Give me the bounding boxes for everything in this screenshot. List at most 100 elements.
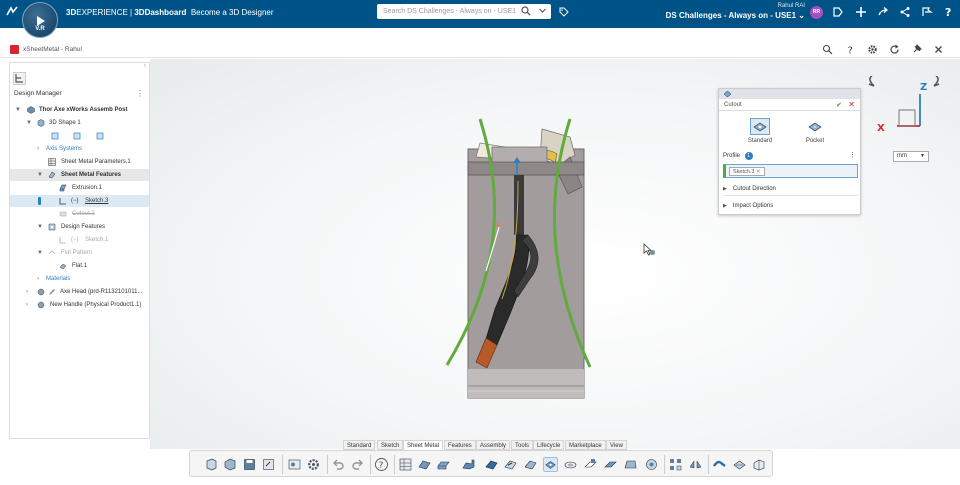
collapse-arrow-icon[interactable]: ▼ bbox=[37, 221, 43, 233]
collapse-arrow-icon[interactable]: ▼ bbox=[37, 247, 43, 259]
sheet-metal-parameters-icon[interactable] bbox=[398, 457, 413, 472]
remove-icon[interactable]: ✕ bbox=[756, 169, 761, 175]
new-icon[interactable] bbox=[204, 457, 219, 472]
tab-tools[interactable]: Tools bbox=[511, 440, 534, 450]
tree-item-flat-pattern[interactable]: ▼ Flat Pattern bbox=[10, 247, 149, 259]
refresh-icon[interactable] bbox=[889, 44, 900, 55]
profile-selection-field[interactable]: Sketch.3 ✕ bbox=[723, 164, 858, 178]
unfold-icon[interactable] bbox=[712, 457, 727, 472]
ok-check-icon[interactable]: ✔ bbox=[836, 101, 842, 109]
open-icon[interactable] bbox=[223, 457, 238, 472]
help-icon[interactable]: ? bbox=[845, 44, 856, 56]
yz-plane-icon[interactable] bbox=[73, 132, 81, 140]
tab-lifecycle[interactable]: Lifecycle bbox=[533, 440, 565, 450]
bend-icon[interactable] bbox=[417, 457, 432, 472]
tenant-selector[interactable]: DS Challenges - Always on - USE1 ⌄ bbox=[610, 11, 805, 20]
expand-arrow-icon[interactable]: › bbox=[26, 299, 28, 311]
tab-sketch[interactable]: Sketch bbox=[377, 440, 404, 450]
community-icon[interactable] bbox=[921, 6, 933, 18]
collapse-icon[interactable]: ‹ bbox=[144, 63, 146, 69]
tag-icon[interactable] bbox=[559, 7, 569, 17]
expand-arrow-icon[interactable]: › bbox=[37, 273, 39, 285]
hole-icon[interactable] bbox=[563, 457, 578, 472]
export-dxf-icon[interactable] bbox=[752, 457, 767, 472]
tree-item-sketch-3[interactable]: (−) Sketch.3 bbox=[10, 195, 149, 207]
profile-chip[interactable]: Sketch.3 ✕ bbox=[729, 167, 765, 176]
tab-standard[interactable]: Standard bbox=[343, 440, 376, 450]
tree-view-tab[interactable] bbox=[13, 72, 26, 85]
tree-item-design-features[interactable]: ▼ Design Features bbox=[10, 221, 149, 233]
tree-item-cutout-2[interactable]: Cutout.2 bbox=[10, 208, 149, 220]
expand-arrow-icon[interactable]: › bbox=[37, 143, 39, 155]
save-as-icon[interactable] bbox=[261, 457, 276, 472]
pattern-icon[interactable] bbox=[668, 457, 683, 472]
tear-drop-icon[interactable] bbox=[503, 457, 518, 472]
cutout-tool-icon[interactable] bbox=[543, 457, 558, 472]
tab-marketplace[interactable]: Marketplace bbox=[565, 440, 606, 450]
flanged-cutout-icon[interactable] bbox=[523, 457, 538, 472]
tree-item-flat-1[interactable]: Flat.1 bbox=[10, 260, 149, 272]
plus-icon[interactable] bbox=[855, 6, 867, 18]
collapse-arrow-icon[interactable]: ▼ bbox=[37, 169, 43, 181]
hem-icon[interactable] bbox=[484, 457, 499, 472]
panel-header[interactable] bbox=[719, 89, 860, 99]
share-arrow-icon[interactable] bbox=[877, 6, 889, 18]
unit-select[interactable]: mm ▼ bbox=[893, 151, 929, 162]
collapse-arrow-icon[interactable]: ▼ bbox=[26, 117, 32, 129]
properties-icon[interactable] bbox=[287, 457, 302, 472]
tab-assembly[interactable]: Assembly bbox=[476, 440, 511, 450]
mirror-icon[interactable] bbox=[688, 457, 703, 472]
help-icon[interactable]: ? bbox=[374, 457, 389, 472]
tree-item-materials[interactable]: › Materials bbox=[10, 273, 149, 285]
search-icon[interactable] bbox=[822, 44, 833, 55]
expand-arrow-icon[interactable]: › bbox=[26, 286, 28, 298]
save-icon[interactable] bbox=[242, 457, 257, 472]
more-options-icon[interactable]: ⋮ bbox=[849, 151, 856, 159]
tree-item-extrusion[interactable]: Extrusion.1 bbox=[10, 182, 149, 194]
tab-sheet-metal[interactable]: Sheet Metal bbox=[403, 440, 444, 450]
search-icon[interactable] bbox=[521, 6, 531, 16]
tree-item-axe-head[interactable]: › Axe Head (prd-R1132101011... bbox=[10, 286, 149, 298]
tree-item-new-handle[interactable]: › New Handle (Physical Product1.1) bbox=[10, 299, 149, 311]
gear-icon[interactable] bbox=[867, 44, 878, 55]
avatar[interactable]: RR bbox=[810, 6, 823, 19]
corner-icon[interactable] bbox=[603, 457, 618, 472]
pin-icon[interactable] bbox=[911, 44, 922, 55]
tree-item-sketch-1[interactable]: (−) Sketch.1 bbox=[10, 234, 149, 246]
tree-item-3d-shape[interactable]: ▼ 3D Shape 1 bbox=[10, 117, 149, 129]
network-share-icon[interactable] bbox=[899, 6, 911, 18]
zx-plane-icon[interactable] bbox=[96, 132, 104, 140]
tab-view[interactable]: View bbox=[606, 440, 627, 450]
tree-item-root[interactable]: ▼ Thor Axe xWorks Assemb Post bbox=[10, 104, 149, 116]
option-standard[interactable]: Standard bbox=[740, 118, 780, 144]
chamfer-icon[interactable] bbox=[623, 457, 638, 472]
option-pocket[interactable]: Pocket bbox=[795, 118, 835, 144]
cancel-close-icon[interactable]: ✕ bbox=[848, 100, 855, 109]
tab-features[interactable]: Features bbox=[444, 440, 476, 450]
axes-orientation-widget[interactable]: Z X bbox=[864, 76, 946, 136]
tree-item-sheet-metal-features[interactable]: ▼ Sheet Metal Features bbox=[10, 169, 149, 181]
chevron-down-icon[interactable] bbox=[538, 6, 547, 15]
extrusion-icon[interactable] bbox=[436, 457, 451, 472]
close-icon[interactable] bbox=[933, 44, 944, 55]
compass-widget[interactable]: V.R bbox=[22, 2, 58, 38]
collapse-arrow-icon[interactable]: ▼ bbox=[15, 104, 21, 116]
tag-outline-icon[interactable] bbox=[832, 6, 844, 18]
tree-item-axis-systems[interactable]: › Axis Systems bbox=[10, 143, 149, 155]
xy-plane-icon[interactable] bbox=[51, 132, 59, 140]
help-icon[interactable]: ? bbox=[943, 6, 955, 18]
flat-pattern-icon[interactable] bbox=[732, 457, 747, 472]
more-options-icon[interactable]: ⋮ bbox=[136, 89, 144, 98]
section-impact-options[interactable]: ▶ Impact Options bbox=[723, 199, 858, 213]
gear-icon[interactable] bbox=[306, 457, 321, 472]
search-input[interactable]: Search DS Challenges - Always on - USE1 bbox=[377, 4, 551, 19]
undo-icon[interactable] bbox=[331, 457, 346, 472]
section-cutout-direction[interactable]: ▶ Cutout Direction bbox=[723, 182, 858, 196]
user-name[interactable]: Rahul RAI bbox=[650, 3, 805, 9]
corner-relief-icon[interactable] bbox=[583, 457, 598, 472]
stamp-icon[interactable] bbox=[644, 457, 659, 472]
flange-icon[interactable] bbox=[461, 457, 476, 472]
brand-title[interactable]: 3DEXPERIENCE | 3DDashboard Become a 3D D… bbox=[66, 8, 274, 17]
tree-item-sm-parameters[interactable]: Sheet Metal Parameters.1 bbox=[10, 156, 149, 168]
redo-icon[interactable] bbox=[350, 457, 365, 472]
